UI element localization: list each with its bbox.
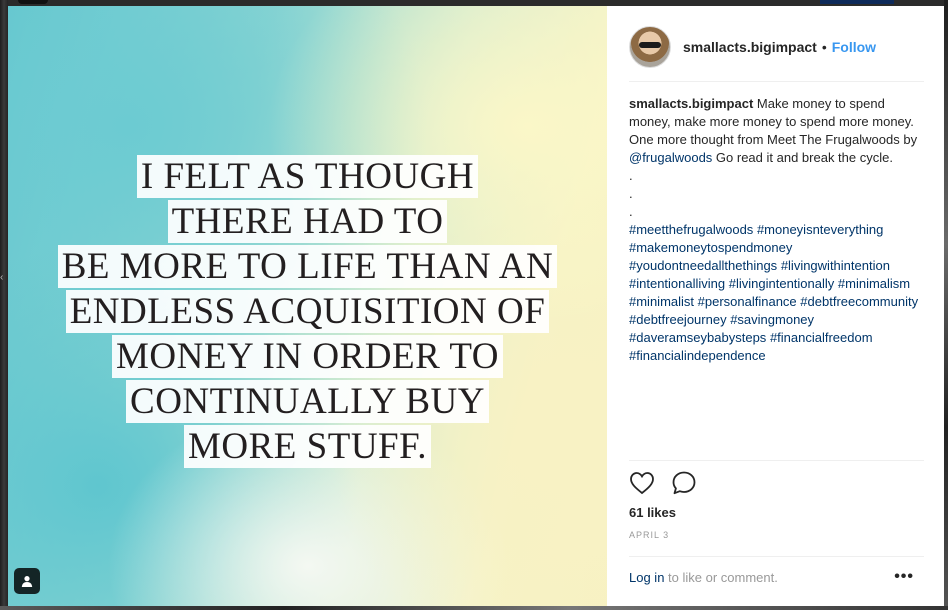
hashtag-link[interactable]: #debtfreecommunity xyxy=(800,294,918,309)
hashtag-link[interactable]: #makemoneytospendmoney xyxy=(629,240,792,255)
hashtag-link[interactable]: #intentionalliving xyxy=(629,276,725,291)
tagged-user-icon[interactable] xyxy=(14,568,40,594)
hashtag-link[interactable]: #moneyisnteverything xyxy=(757,222,883,237)
post-date[interactable]: APRIL 3 xyxy=(629,530,669,540)
quote-line: I FELT AS THOUGH xyxy=(136,155,479,198)
hashtag-link[interactable]: #daveramseybabysteps xyxy=(629,330,766,345)
hashtag-link[interactable]: #meetthefrugalwoods xyxy=(629,222,753,237)
login-prompt: Log in to like or comment. xyxy=(629,570,778,585)
comment-icon[interactable] xyxy=(671,470,697,501)
post-sidebar: smallacts.bigimpact • Follow smallacts.b… xyxy=(607,6,944,606)
divider xyxy=(629,81,924,82)
backdrop-edge xyxy=(0,606,948,610)
avatar[interactable] xyxy=(629,26,671,68)
hashtag-link[interactable]: #savingmoney xyxy=(730,312,814,327)
backdrop-fragment xyxy=(18,0,48,4)
backdrop-fragment xyxy=(820,0,894,4)
hashtag-link[interactable]: #livingwithintention xyxy=(781,258,890,273)
username-link[interactable]: smallacts.bigimpact xyxy=(683,39,817,55)
divider xyxy=(629,556,924,557)
hashtag-link[interactable]: #financialfreedom xyxy=(770,330,873,345)
post-caption: smallacts.bigimpact Make money to spend … xyxy=(629,95,921,365)
mention-link[interactable]: @frugalwoods xyxy=(629,150,712,165)
hashtag-link[interactable]: #minimalism xyxy=(838,276,910,291)
post-modal: I FELT AS THOUGH THERE HAD TO BE MORE TO… xyxy=(8,6,944,606)
hashtag-link[interactable]: #financialindependence xyxy=(629,348,766,363)
avatar-detail xyxy=(639,42,661,48)
quote-line: THERE HAD TO xyxy=(167,200,448,243)
login-link[interactable]: Log in xyxy=(629,570,664,585)
caption-dot: . xyxy=(629,168,633,183)
caption-text: Go read it and break the cycle. xyxy=(715,150,893,165)
quote-text: I FELT AS THOUGH THERE HAD TO BE MORE TO… xyxy=(8,154,607,469)
quote-line: MONEY IN ORDER TO xyxy=(112,335,503,378)
divider xyxy=(629,460,924,461)
like-count[interactable]: 61 likes xyxy=(629,505,676,520)
post-image[interactable]: I FELT AS THOUGH THERE HAD TO BE MORE TO… xyxy=(8,6,607,606)
follow-button[interactable]: Follow xyxy=(832,39,876,55)
hashtag-link[interactable]: #minimalist xyxy=(629,294,694,309)
hashtag-link[interactable]: #debtfreejourney xyxy=(629,312,727,327)
post-header: smallacts.bigimpact • Follow xyxy=(629,24,919,70)
heart-icon[interactable] xyxy=(629,471,655,500)
hashtag-list: #meetthefrugalwoods #moneyisnteverything… xyxy=(629,221,921,365)
separator: • xyxy=(821,39,827,55)
previous-post-arrow-icon[interactable]: ‹ xyxy=(0,272,6,312)
hashtag-link[interactable]: #youdontneedallthethings xyxy=(629,258,777,273)
caption-dot: . xyxy=(629,186,633,201)
login-prompt-text: to like or comment. xyxy=(668,570,778,585)
quote-line: MORE STUFF. xyxy=(184,425,431,468)
quote-line: ENDLESS ACQUISITION OF xyxy=(65,290,550,333)
quote-line: CONTINUALLY BUY xyxy=(126,380,489,423)
hashtag-link[interactable]: #livingintentionally xyxy=(729,276,835,291)
quote-line: BE MORE TO LIFE THAN AN xyxy=(57,245,558,288)
hashtag-link[interactable]: #personalfinance xyxy=(698,294,797,309)
backdrop-edge xyxy=(944,0,948,610)
more-options-icon[interactable]: ••• xyxy=(894,569,914,585)
caption-username-link[interactable]: smallacts.bigimpact xyxy=(629,96,753,111)
caption-dot: . xyxy=(629,204,633,219)
post-actions xyxy=(629,471,697,499)
